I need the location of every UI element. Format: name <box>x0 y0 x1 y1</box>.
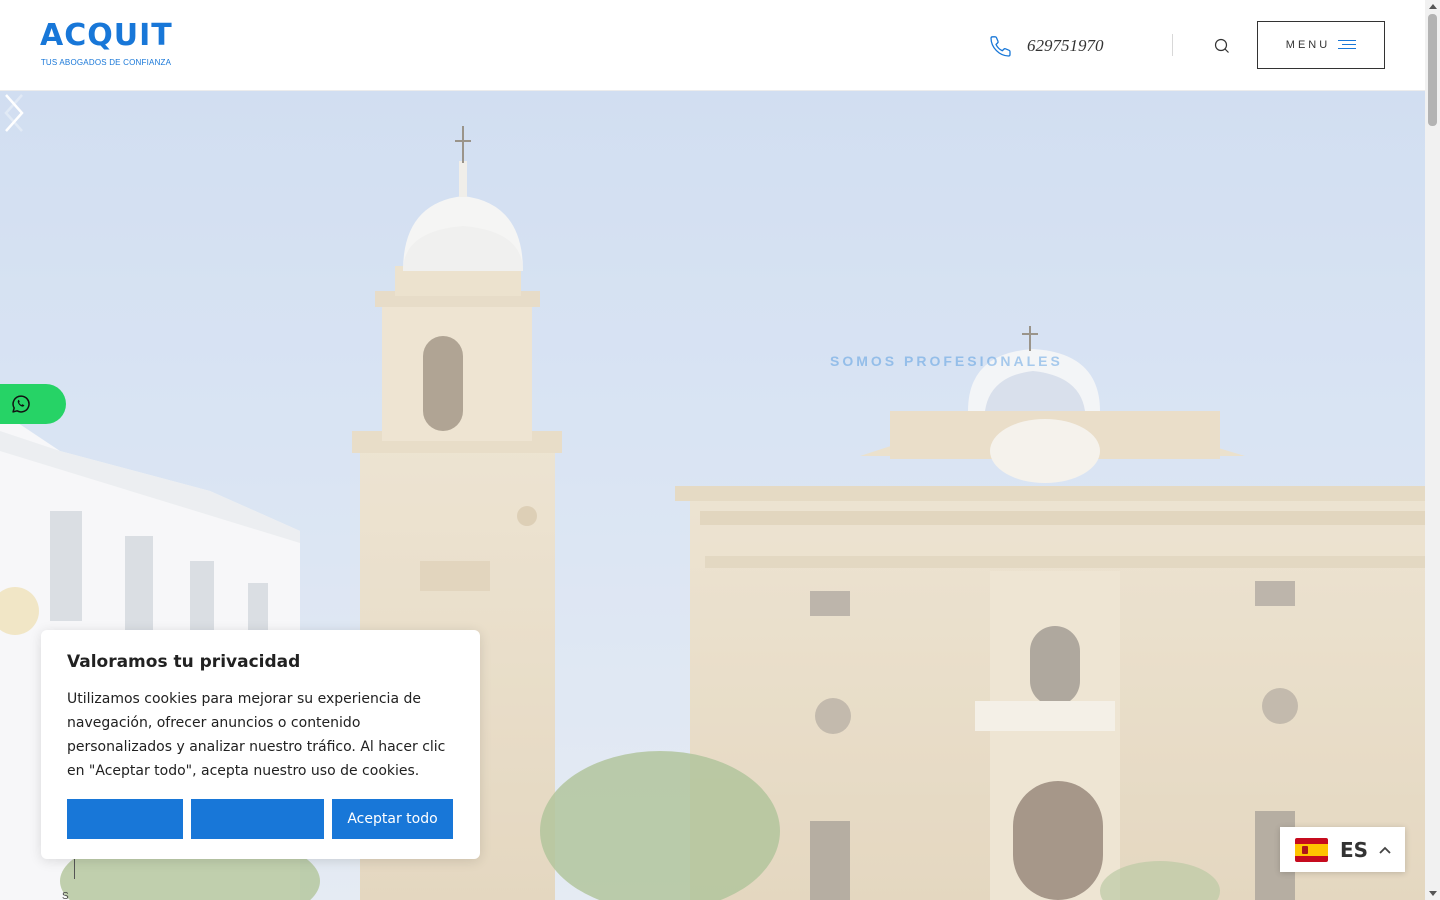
phone-link[interactable]: 629751970 <box>988 32 1104 60</box>
phone-icon <box>990 36 1011 57</box>
language-selector[interactable]: ES <box>1280 827 1405 872</box>
hero-caption: SOMOS PROFESIONALES <box>830 353 1063 369</box>
spain-flag <box>1295 837 1328 862</box>
search-icon[interactable] <box>1212 36 1232 56</box>
menu-label: MENU <box>1285 39 1331 51</box>
cookie-accept-all-button[interactable]: Aceptar todo <box>332 799 453 839</box>
cookie-customize-button[interactable] <box>67 799 183 839</box>
cookie-reject-button[interactable] <box>191 799 324 839</box>
whatsapp-button[interactable] <box>0 384 66 424</box>
scrollbar-thumb[interactable] <box>1428 14 1437 126</box>
language-code: ES <box>1340 837 1369 862</box>
hamburger-icon <box>1338 40 1357 50</box>
header-divider <box>1172 34 1173 56</box>
cookie-buttons: Aceptar todo <box>67 799 453 839</box>
scroll-up-arrow-icon[interactable] <box>1429 4 1437 9</box>
logo-tagline: TUS ABOGADOS DE CONFIANZA <box>40 58 172 67</box>
whatsapp-icon <box>12 395 30 413</box>
scroll-indicator-text: S <box>62 891 69 900</box>
cookie-title: Valoramos tu privacidad <box>67 652 301 672</box>
page-scrollbar[interactable] <box>1425 0 1440 900</box>
cookie-text: Utilizamos cookies para mejorar su exper… <box>67 691 446 779</box>
site-header: ACQUIT TUS ABOGADOS DE CONFIANZA 6297519… <box>0 0 1425 91</box>
logo[interactable]: ACQUIT TUS ABOGADOS DE CONFIANZA <box>40 18 173 68</box>
scroll-down-arrow-icon[interactable] <box>1429 891 1437 896</box>
cookie-banner: Valoramos tu privacidad Utilizamos cooki… <box>41 630 480 859</box>
phone-number: 629751970 <box>1027 36 1104 55</box>
chevron-up-icon <box>1379 846 1391 854</box>
logo-text: ACQUIT <box>40 18 173 53</box>
menu-button[interactable]: MENU <box>1257 21 1385 69</box>
chevron-right-icon[interactable] <box>0 91 28 135</box>
